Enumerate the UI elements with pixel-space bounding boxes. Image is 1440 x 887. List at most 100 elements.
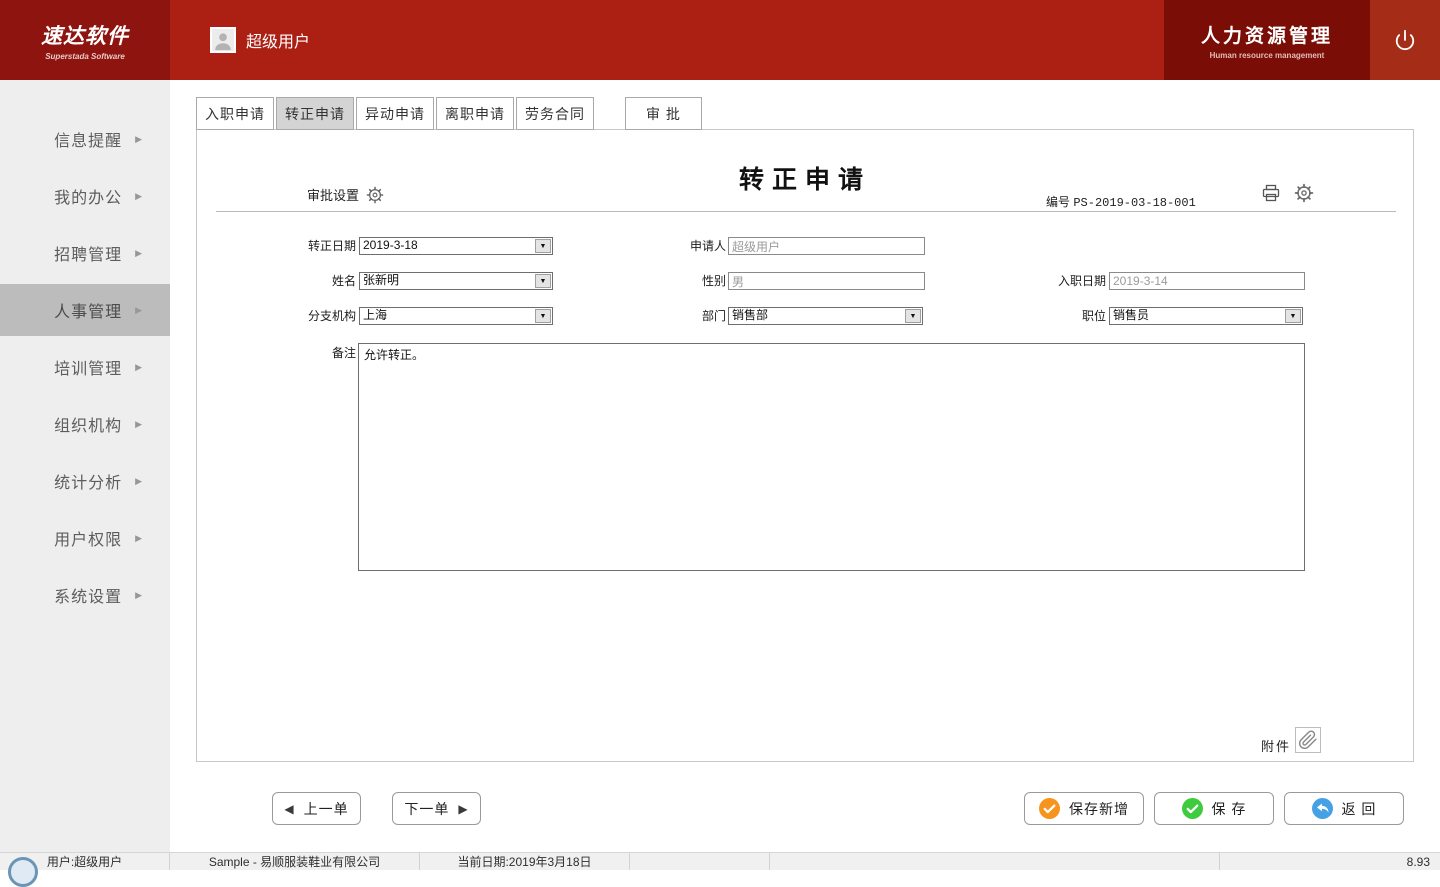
- sidebar-item-organization[interactable]: 组织机构 ▶: [0, 398, 170, 450]
- back-label: 返 回: [1342, 799, 1377, 819]
- tab-regularization-application[interactable]: 转正申请: [276, 97, 354, 130]
- name-label: 姓名: [256, 274, 356, 288]
- app-subtitle: Human resource management: [1210, 51, 1325, 60]
- chevron-down-icon: ▼: [910, 313, 917, 320]
- next-record-label: 下一单: [404, 799, 449, 819]
- form-panel: 转正申请 审批设置 编号 PS-2019-03-18-001: [196, 129, 1414, 762]
- sidebar-item-label: 招聘管理: [54, 241, 122, 265]
- status-bar: 用户:超级用户 Sample - 易顺服装鞋业有限公司 当前日期:2019年3月…: [0, 852, 1440, 870]
- dropdown-button[interactable]: ▼: [1285, 309, 1301, 323]
- sidebar-item-label: 用户权限: [54, 526, 122, 550]
- applicant-field[interactable]: [728, 237, 925, 255]
- document-number-label: 编号: [1046, 195, 1070, 209]
- paperclip-icon: [1298, 730, 1318, 750]
- gender-label: 性别: [626, 274, 726, 288]
- tab-resignation-application[interactable]: 离职申请: [436, 97, 514, 130]
- transfer-date-label: 转正日期: [256, 239, 356, 253]
- save-and-new-button[interactable]: 保存新增: [1024, 792, 1144, 825]
- print-button[interactable]: [1261, 183, 1281, 208]
- applicant-label: 申请人: [626, 239, 726, 253]
- tab-onboarding-application[interactable]: 入职申请: [196, 97, 274, 130]
- brand-logo-subtitle: Superstada Software: [45, 52, 125, 61]
- chevron-down-icon: ▼: [540, 313, 547, 320]
- gear-icon: [1294, 183, 1314, 203]
- chevron-right-icon: ▶: [135, 419, 142, 430]
- remarks-label: 备注: [256, 346, 356, 360]
- sidebar-item-statistics[interactable]: 统计分析 ▶: [0, 455, 170, 507]
- branch-select[interactable]: 上海 ▼: [359, 307, 553, 325]
- tab-labor-contract[interactable]: 劳务合同: [516, 97, 594, 130]
- chevron-right-icon: ▶: [135, 533, 142, 544]
- dropdown-button[interactable]: ▼: [535, 239, 551, 253]
- right-triangle-icon: ▶: [458, 802, 468, 816]
- chevron-right-icon: ▶: [135, 362, 142, 373]
- department-select[interactable]: 销售部 ▼: [728, 307, 923, 325]
- tab-approval[interactable]: 审 批: [625, 97, 702, 130]
- sidebar-item-my-office[interactable]: 我的办公 ▶: [0, 170, 170, 222]
- brand-logo: 速达软件 Superstada Software: [0, 0, 170, 80]
- branch-value: 上海: [360, 308, 534, 324]
- left-triangle-icon: ◀: [284, 802, 294, 816]
- floating-assistant-button[interactable]: [8, 857, 38, 887]
- sidebar-item-training[interactable]: 培训管理 ▶: [0, 341, 170, 393]
- settings-button[interactable]: [1294, 183, 1314, 208]
- sidebar-item-label: 培训管理: [54, 355, 122, 379]
- chevron-down-icon: ▼: [1290, 313, 1297, 320]
- back-arrow-blue-icon: [1312, 798, 1333, 819]
- department-value: 销售部: [729, 308, 904, 324]
- tab-label: 劳务合同: [525, 104, 585, 124]
- department-label: 部门: [626, 309, 726, 323]
- printer-icon: [1261, 183, 1281, 203]
- dropdown-button[interactable]: ▼: [535, 274, 551, 288]
- chevron-right-icon: ▶: [135, 134, 142, 145]
- dropdown-button[interactable]: ▼: [535, 309, 551, 323]
- sidebar-item-label: 统计分析: [54, 469, 122, 493]
- app-header: 速达软件 Superstada Software 超级用户 人力资源管理 Hum…: [0, 0, 1440, 80]
- remarks-textarea[interactable]: 允许转正。: [358, 343, 1305, 571]
- dropdown-button[interactable]: ▼: [905, 309, 921, 323]
- document-number: 编号 PS-2019-03-18-001: [1046, 193, 1196, 210]
- document-number-value: PS-2019-03-18-001: [1073, 196, 1195, 210]
- sidebar-item-system-settings[interactable]: 系统设置 ▶: [0, 569, 170, 621]
- hire-date-field[interactable]: [1109, 272, 1305, 290]
- app-title-block: 人力资源管理 Human resource management: [1164, 0, 1370, 80]
- status-company: Sample - 易顺服装鞋业有限公司: [170, 853, 420, 870]
- tab-label: 入职申请: [205, 104, 265, 124]
- sidebar-item-personnel[interactable]: 人事管理 ▶: [0, 284, 170, 336]
- sidebar-item-info-reminder[interactable]: 信息提醒 ▶: [0, 113, 170, 165]
- branch-label: 分支机构: [256, 309, 356, 323]
- position-select[interactable]: 销售员 ▼: [1109, 307, 1303, 325]
- hire-date-label: 入职日期: [1006, 274, 1106, 288]
- status-empty-cell: [770, 853, 1220, 870]
- sidebar-item-label: 系统设置: [54, 583, 122, 607]
- position-value: 销售员: [1110, 308, 1284, 324]
- position-label: 职位: [1006, 309, 1106, 323]
- tab-transfer-application[interactable]: 异动申请: [356, 97, 434, 130]
- save-and-new-label: 保存新增: [1069, 799, 1129, 819]
- sidebar-item-recruitment[interactable]: 招聘管理 ▶: [0, 227, 170, 279]
- logout-button[interactable]: [1370, 0, 1440, 80]
- gear-icon[interactable]: [366, 186, 384, 204]
- gender-field[interactable]: [728, 272, 925, 290]
- previous-record-button[interactable]: ◀ 上一单: [272, 792, 361, 825]
- current-user[interactable]: 超级用户: [210, 27, 310, 53]
- chevron-right-icon: ▶: [135, 476, 142, 487]
- back-button[interactable]: 返 回: [1284, 792, 1404, 825]
- save-button[interactable]: 保 存: [1154, 792, 1274, 825]
- status-date: 当前日期:2019年3月18日: [420, 853, 630, 870]
- sidebar-item-user-permissions[interactable]: 用户权限 ▶: [0, 512, 170, 564]
- save-label: 保 存: [1212, 799, 1247, 819]
- next-record-button[interactable]: 下一单 ▶: [392, 792, 481, 825]
- user-name-label: 超级用户: [246, 28, 310, 52]
- approval-settings-button[interactable]: 审批设置: [307, 185, 384, 204]
- chevron-down-icon: ▼: [540, 243, 547, 250]
- check-circle-orange-icon: [1039, 798, 1060, 819]
- user-avatar-icon[interactable]: [210, 27, 236, 53]
- tab-label: 转正申请: [285, 104, 345, 124]
- sidebar-item-label: 人事管理: [54, 298, 122, 322]
- attachment-label: 附件: [1217, 736, 1291, 755]
- name-select[interactable]: 张新明 ▼: [359, 272, 553, 290]
- transfer-date-select[interactable]: 2019-3-18 ▼: [359, 237, 553, 255]
- tab-label: 异动申请: [365, 104, 425, 124]
- attachment-button[interactable]: [1295, 727, 1321, 753]
